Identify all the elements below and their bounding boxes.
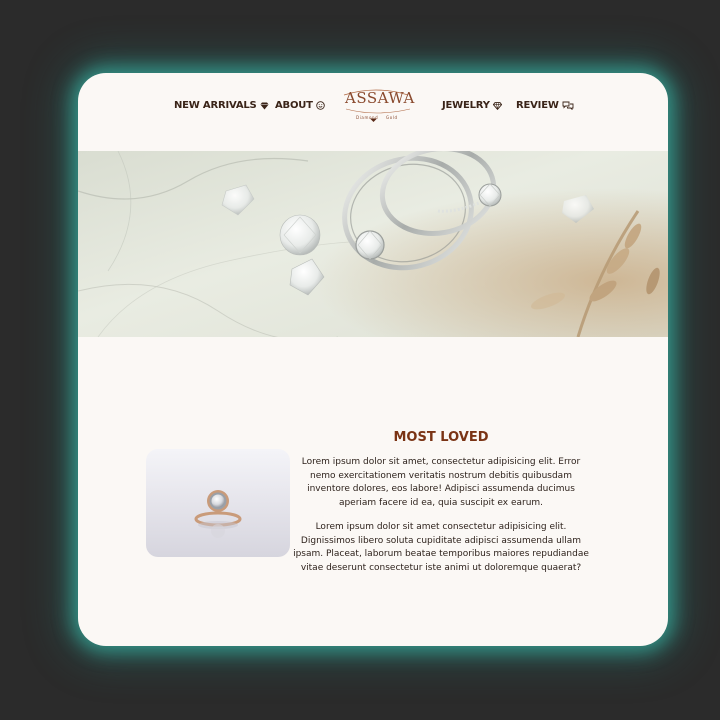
nav-new-arrivals[interactable]: NEW ARRIVALS bbox=[174, 100, 269, 111]
logo-wordmark: ASSAWA bbox=[345, 89, 415, 107]
gem-icon bbox=[259, 102, 269, 110]
logo-tagline-right: Gold bbox=[386, 115, 398, 120]
rose-gold-ring-image bbox=[146, 449, 290, 557]
nav-about[interactable]: ABOUT bbox=[275, 100, 325, 111]
most-loved-paragraph-1: Lorem ipsum dolor sit amet, consectetur … bbox=[301, 457, 581, 508]
nav-review-label: REVIEW bbox=[516, 100, 559, 111]
most-loved-paragraph-2: Lorem ipsum dolor sit amet consectetur a… bbox=[293, 522, 589, 573]
page-card: NEW ARRIVALS ABOUT ASSAWA Diamond Gold J… bbox=[78, 73, 668, 646]
nav-review[interactable]: REVIEW bbox=[516, 100, 574, 111]
top-nav: NEW ARRIVALS ABOUT ASSAWA Diamond Gold J… bbox=[78, 73, 668, 151]
smile-icon bbox=[316, 101, 325, 110]
nav-jewelry[interactable]: JEWELRY bbox=[442, 100, 502, 111]
nav-about-label: ABOUT bbox=[275, 100, 313, 111]
nav-jewelry-label: JEWELRY bbox=[442, 100, 490, 111]
diamond-icon bbox=[492, 101, 502, 110]
diamond-rings-hero-image bbox=[78, 146, 668, 342]
brand-logo[interactable]: ASSAWA Diamond Gold bbox=[342, 87, 414, 127]
most-loved-title: MOST LOVED bbox=[393, 430, 489, 445]
hero-banner bbox=[78, 146, 668, 342]
logo-tagline-left: Diamond bbox=[356, 115, 379, 120]
chat-bubbles-icon bbox=[562, 101, 574, 110]
nav-new-arrivals-label: NEW ARRIVALS bbox=[174, 100, 257, 111]
